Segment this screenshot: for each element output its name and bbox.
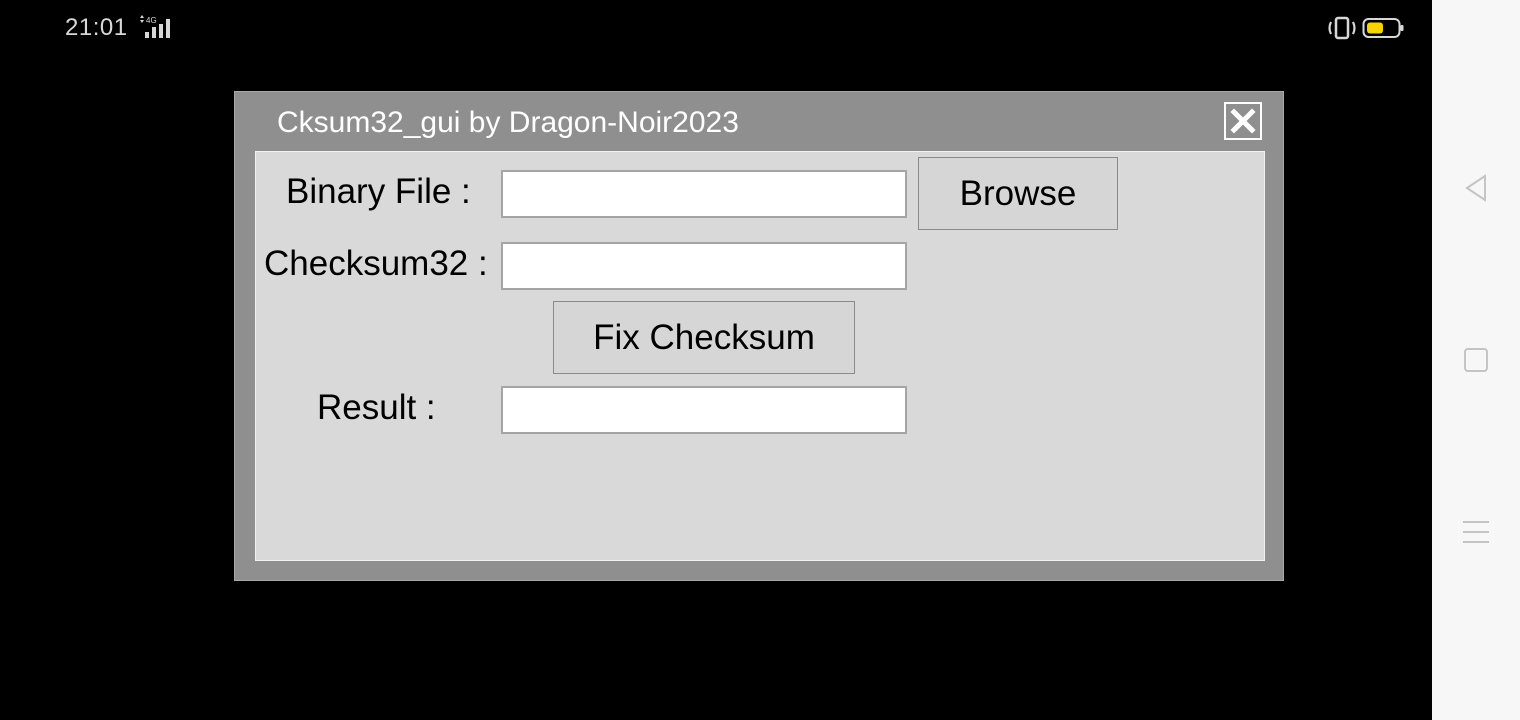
- status-time: 21:01: [65, 14, 128, 41]
- dialog-panel: Binary File : Browse Checksum32 : Fix Ch…: [255, 151, 1265, 561]
- vibrate-icon: [1328, 16, 1356, 40]
- fix-checksum-button[interactable]: Fix Checksum: [553, 301, 855, 374]
- checksum32-label: Checksum32 :: [264, 244, 488, 283]
- binary-file-input[interactable]: [501, 170, 907, 218]
- menu-button[interactable]: [1454, 510, 1498, 554]
- signal-icon: 4G: [140, 15, 170, 38]
- result-input[interactable]: [501, 386, 907, 434]
- result-label: Result :: [317, 388, 436, 427]
- menu-icon: [1463, 521, 1489, 543]
- back-icon: [1465, 174, 1486, 202]
- dialog-title: Cksum32_gui by Dragon-Noir2023: [277, 106, 739, 139]
- binary-file-label: Binary File :: [286, 172, 471, 211]
- navigation-bar: [1432, 0, 1520, 720]
- checksum32-input[interactable]: [501, 242, 907, 290]
- cksum32-dialog: Cksum32_gui by Dragon-Noir2023 Binary Fi…: [234, 91, 1284, 581]
- home-icon: [1464, 348, 1488, 372]
- network-type-label: 4G: [146, 16, 157, 25]
- browse-button[interactable]: Browse: [918, 157, 1118, 230]
- home-button[interactable]: [1454, 338, 1498, 382]
- back-button[interactable]: [1454, 166, 1498, 210]
- phone-screen: 21:01 4G Cksum32_gui by Dragon-Noir2023 …: [0, 0, 1432, 720]
- battery-icon: [1362, 18, 1404, 38]
- close-button[interactable]: [1224, 102, 1262, 140]
- close-icon: [1230, 108, 1256, 134]
